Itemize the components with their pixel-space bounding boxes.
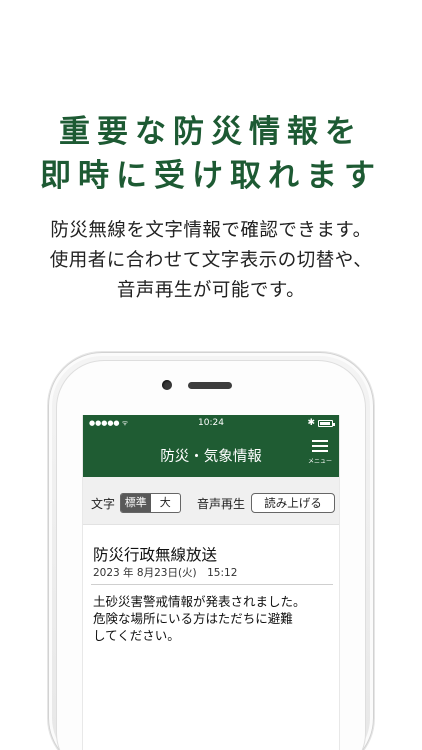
read-aloud-button[interactable]: 読み上げる [251, 493, 335, 513]
nav-title: 防災・気象情報 [160, 449, 262, 465]
description-line-2: 使用者に合わせて文字表示の切替や、 [49, 250, 373, 271]
status-time: 10:24 [198, 418, 224, 428]
display-toolbar: 文字 標準 大 音声再生 読み上げる [83, 477, 339, 525]
article-body: 土砂災害警戒情報が発表されました。 危険な場所にいる方はただちに避難 してくださ… [93, 593, 331, 644]
phone-screen: ●●●●● ᯤ 10:24 ✱ 防災・気象情報 メニュー 文字 標準 大 音声再… [82, 415, 340, 750]
article-body-line: 土砂災害警戒情報が発表されました。 [93, 594, 306, 609]
description: 防災無線を文字情報で確認できます。 使用者に合わせて文字表示の切替や、 音声再生… [0, 216, 422, 306]
description-line-1: 防災無線を文字情報で確認できます。 [50, 220, 372, 241]
headline: 重要な防災情報を 即時に受け取れます [0, 110, 422, 198]
article-title: 防災行政無線放送 [93, 546, 218, 564]
headline-line-1: 重要な防災情報を [59, 114, 363, 150]
front-camera [162, 380, 172, 390]
text-size-toggle: 標準 大 [120, 493, 181, 513]
menu-label: メニュー [307, 458, 332, 465]
text-size-standard-option[interactable]: 標準 [121, 494, 151, 512]
text-size-large-option[interactable]: 大 [151, 494, 181, 512]
voice-playback-label: 音声再生 [197, 497, 246, 511]
hamburger-icon [312, 440, 328, 453]
article-body-line: してください。 [93, 628, 180, 643]
earpiece-speaker [188, 382, 232, 389]
battery-icon [318, 420, 335, 427]
headline-line-2: 即時に受け取れます [40, 158, 382, 194]
description-line-3: 音声再生が可能です。 [116, 280, 306, 301]
nav-bar: 防災・気象情報 メニュー [83, 433, 339, 477]
article-body-line: 危険な場所にいる方はただちに避難 [93, 611, 293, 626]
bluetooth-icon: ✱ [307, 418, 315, 428]
text-size-label: 文字 [91, 497, 116, 511]
menu-button[interactable]: メニュー [307, 440, 333, 465]
status-bar: ●●●●● ᯤ 10:24 ✱ [83, 415, 339, 433]
article-date: 2023 年 8月23日(火) 15:12 [93, 567, 238, 579]
article-divider [91, 584, 333, 585]
